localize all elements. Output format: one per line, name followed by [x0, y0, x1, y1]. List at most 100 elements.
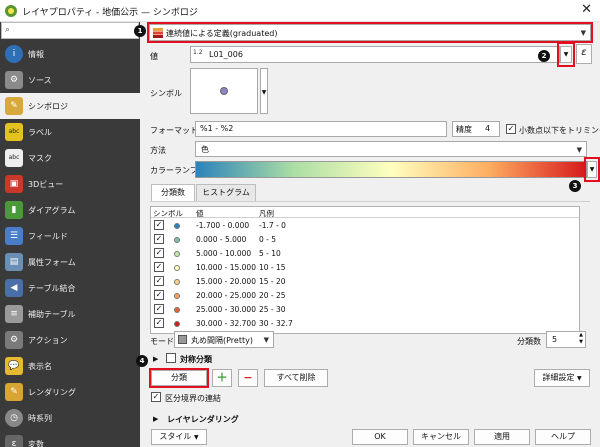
sidebar-item-auxiliary-storage[interactable]: ≡ 補助テーブル — [0, 301, 140, 327]
link-boundaries-checkbox[interactable]: ✓ — [151, 392, 161, 402]
class-value[interactable]: 10.000 - 15.000 — [196, 263, 256, 272]
expression-button[interactable]: ε — [576, 44, 592, 64]
value-field-combobox[interactable]: 1.2 L01_006 — [190, 46, 560, 63]
layer-rendering-label[interactable]: レイヤレンダリング — [167, 414, 239, 425]
window-close-button[interactable]: ✕ — [581, 2, 592, 17]
class-legend[interactable]: -1.7 - 0 — [259, 221, 286, 230]
class-legend[interactable]: 20 - 25 — [259, 291, 286, 300]
column-header-value[interactable]: 値 — [196, 208, 204, 219]
table-row[interactable]: ✓ 5.000 - 10.000 5 - 10 — [151, 247, 579, 260]
class-legend[interactable]: 15 - 20 — [259, 277, 286, 286]
sidebar-item-attributes-form[interactable]: ▤ 属性フォーム — [0, 249, 140, 275]
advanced-button-label: 詳細設定 — [542, 373, 575, 382]
sidebar-item-symbology[interactable]: ✎ シンボロジ — [0, 93, 140, 119]
class-value[interactable]: 15.000 - 20.000 — [196, 277, 256, 286]
symbology-panel: 連続値による定義(graduated) ▼ 1 値 1.2 L01_006 ▼ … — [134, 22, 600, 447]
class-legend[interactable]: 0 - 5 — [259, 235, 276, 244]
sidebar-item-label: レンダリング — [28, 388, 76, 397]
class-checkbox[interactable]: ✓ — [154, 248, 164, 258]
sidebar-item-joins[interactable]: ◀ テーブル結合 — [0, 275, 140, 301]
class-checkbox[interactable]: ✓ — [154, 220, 164, 230]
class-color-swatch[interactable] — [174, 237, 180, 243]
action-icon: ⚙ — [5, 331, 23, 349]
table-row[interactable]: ✓ 20.000 - 25.000 20 - 25 — [151, 289, 579, 302]
method-combobox[interactable]: 色 ▼ — [195, 141, 587, 157]
class-value[interactable]: 25.000 - 30.000 — [196, 305, 256, 314]
symmetric-checkbox[interactable] — [166, 353, 176, 363]
class-color-swatch[interactable] — [174, 293, 180, 299]
sidebar-item-diagrams[interactable]: ▮ ダイアグラム — [0, 197, 140, 223]
expand-arrow-icon[interactable]: ▶ — [153, 355, 158, 363]
class-checkbox[interactable]: ✓ — [154, 276, 164, 286]
delete-all-button[interactable]: すべて削除 — [264, 369, 328, 387]
class-color-swatch[interactable] — [174, 265, 180, 271]
class-value[interactable]: 5.000 - 10.000 — [196, 249, 251, 258]
sidebar-item-display[interactable]: 💬 表示名 — [0, 353, 140, 379]
class-legend[interactable]: 25 - 30 — [259, 305, 286, 314]
class-value[interactable]: -1.700 - 0.000 — [196, 221, 249, 230]
table-row[interactable]: ✓ 25.000 - 30.000 25 - 30 — [151, 303, 579, 316]
sidebar-item-source[interactable]: ⚙ ソース — [0, 67, 140, 93]
color-ramp-button[interactable] — [195, 161, 587, 178]
add-class-button[interactable]: ＋ — [212, 369, 232, 387]
mode-combobox[interactable]: 丸め間隔(Pretty) ▼ — [174, 331, 274, 348]
class-color-swatch[interactable] — [174, 307, 180, 313]
format-input[interactable]: %1 - %2 — [195, 121, 447, 137]
class-color-swatch[interactable] — [174, 321, 180, 327]
sidebar-item-fields[interactable]: ☰ フィールド — [0, 223, 140, 249]
class-checkbox[interactable]: ✓ — [154, 318, 164, 328]
table-row[interactable]: ✓ 10.000 - 15.000 10 - 15 — [151, 261, 579, 274]
classes-count-spinbox[interactable]: 5 ▲ ▼ — [546, 331, 586, 348]
sidebar-item-actions[interactable]: ⚙ アクション — [0, 327, 140, 353]
sidebar-item-label: 属性フォーム — [28, 258, 76, 267]
sidebar-item-info[interactable]: i 情報 — [0, 41, 140, 67]
tab-histogram[interactable]: ヒストグラム — [196, 184, 256, 201]
class-checkbox[interactable]: ✓ — [154, 234, 164, 244]
sidebar-item-label: 表示名 — [28, 362, 52, 371]
classes-count-value: 5 — [552, 335, 558, 344]
sidebar-search-input[interactable]: ⌕ — [1, 22, 139, 39]
class-value[interactable]: 0.000 - 5.000 — [196, 235, 246, 244]
ok-button[interactable]: OK — [352, 429, 408, 445]
class-value[interactable]: 20.000 - 25.000 — [196, 291, 256, 300]
sidebar-item-variables[interactable]: ε 変数 — [0, 431, 140, 447]
table-row[interactable]: ✓ 0.000 - 5.000 0 - 5 — [151, 233, 579, 246]
class-checkbox[interactable]: ✓ — [154, 290, 164, 300]
method-label: 方法 — [150, 146, 166, 155]
classes-table[interactable]: シンボル 値 凡例 ✓ -1.700 - 0.000 -1.7 - 0 ✓ 0.… — [150, 206, 580, 334]
class-legend[interactable]: 5 - 10 — [259, 249, 281, 258]
remove-class-button[interactable]: − — [238, 369, 258, 387]
cancel-button[interactable]: キャンセル — [413, 429, 469, 445]
class-legend[interactable]: 30 - 32.7 — [259, 319, 293, 328]
sidebar-item-3d-view[interactable]: ▣ 3Dビュー — [0, 171, 140, 197]
sidebar-item-temporal[interactable]: ◷ 時系列 — [0, 405, 140, 431]
class-checkbox[interactable]: ✓ — [154, 262, 164, 272]
class-color-swatch[interactable] — [174, 251, 180, 257]
precision-spinbox[interactable]: 精度 4 — [452, 121, 500, 137]
table-row[interactable]: ✓ 15.000 - 20.000 15 - 20 — [151, 275, 579, 288]
expand-arrow-icon[interactable]: ▶ — [153, 415, 158, 423]
sidebar-item-rendering[interactable]: ✎ レンダリング — [0, 379, 140, 405]
symbol-preview-button[interactable] — [190, 68, 258, 114]
class-color-swatch[interactable] — [174, 279, 180, 285]
sidebar-item-mask[interactable]: abc マスク — [0, 145, 140, 171]
symbol-menu-button[interactable]: ▼ — [260, 68, 268, 114]
advanced-button[interactable]: 詳細設定 ▼ — [534, 369, 590, 387]
sidebar-item-labels[interactable]: abc ラベル — [0, 119, 140, 145]
format-label: フォーマット — [150, 126, 198, 135]
variable-icon: ε — [5, 435, 23, 447]
class-legend[interactable]: 10 - 15 — [259, 263, 286, 272]
table-row[interactable]: ✓ -1.700 - 0.000 -1.7 - 0 — [151, 219, 579, 232]
help-button[interactable]: ヘルプ — [535, 429, 591, 445]
tab-classes[interactable]: 分類数 — [151, 184, 195, 201]
class-value[interactable]: 30.000 - 32.700 — [196, 319, 256, 328]
table-row[interactable]: ✓ 30.000 - 32.700 30 - 32.7 — [151, 317, 579, 330]
trim-checkbox[interactable]: ✓ — [506, 124, 516, 134]
apply-button[interactable]: 適用 — [474, 429, 530, 445]
style-button[interactable]: スタイル ▼ — [151, 429, 207, 445]
class-checkbox[interactable]: ✓ — [154, 304, 164, 314]
column-header-symbol[interactable]: シンボル — [153, 208, 183, 219]
source-icon: ⚙ — [5, 71, 23, 89]
column-header-legend[interactable]: 凡例 — [259, 208, 274, 219]
class-color-swatch[interactable] — [174, 223, 180, 229]
